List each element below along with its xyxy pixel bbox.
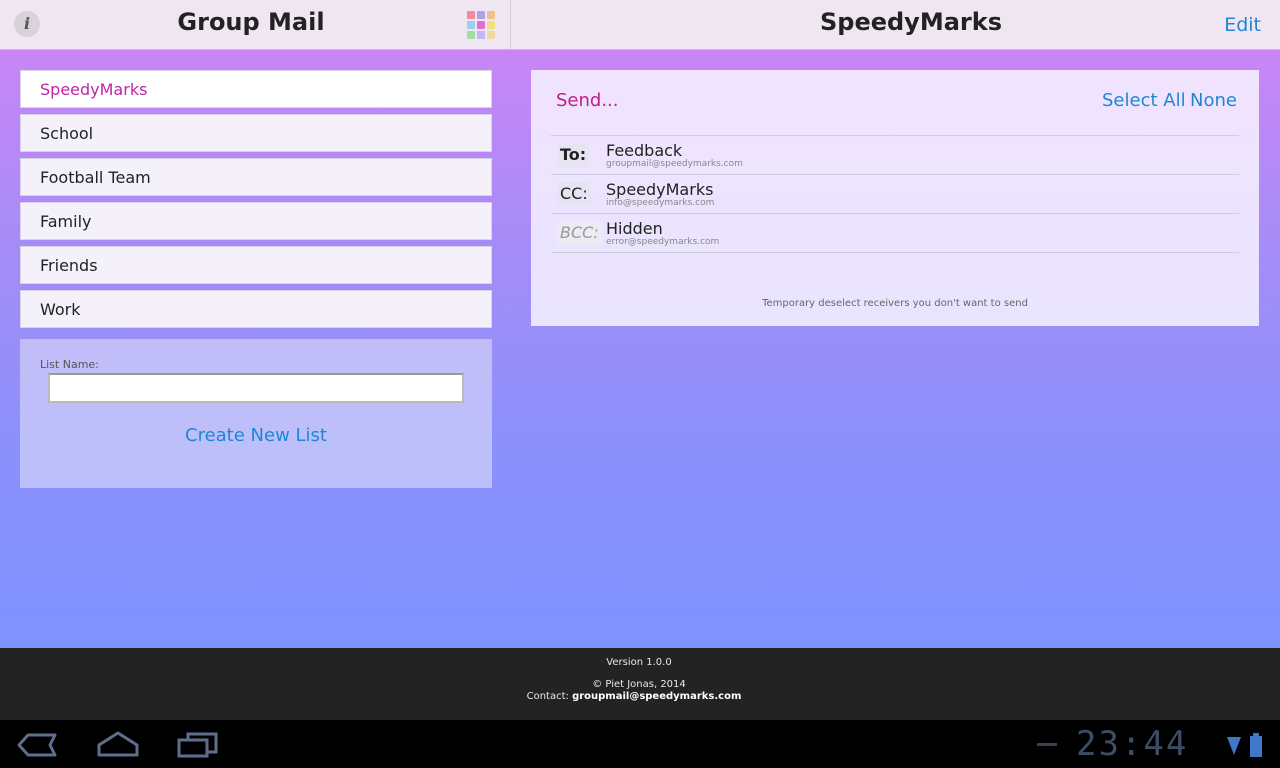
deselect-hint: Temporary deselect receivers you don't w… bbox=[762, 298, 1028, 309]
list-item-family[interactable]: Family bbox=[20, 202, 492, 240]
action-bar: i Group Mail SpeedyMarks Edit bbox=[0, 0, 1280, 50]
list-item-school[interactable]: School bbox=[20, 114, 492, 152]
recipient-row[interactable]: BCC: Hidden error@speedymarks.com bbox=[551, 214, 1239, 253]
recipient-name: Hidden bbox=[606, 219, 663, 238]
contact-line: Contact: groupmail@speedymarks.com bbox=[0, 691, 1268, 702]
color-grid-icon[interactable] bbox=[466, 10, 496, 40]
list-name-label: List Name: bbox=[40, 358, 99, 371]
list-item-speedymarks[interactable]: SpeedyMarks bbox=[20, 70, 492, 108]
system-clock: 23:44 bbox=[1076, 724, 1189, 764]
recipient-row[interactable]: To: Feedback groupmail@speedymarks.com bbox=[551, 136, 1239, 175]
select-all-button[interactable]: Select All bbox=[1102, 90, 1186, 111]
create-list-panel: List Name: Create New List bbox=[20, 339, 492, 488]
battery-icon bbox=[1250, 733, 1262, 757]
list-name-input[interactable] bbox=[48, 373, 464, 403]
version-text: Version 1.0.0 bbox=[606, 657, 672, 668]
app-title: Group Mail bbox=[177, 8, 325, 36]
recipient-row[interactable]: CC: SpeedyMarks info@speedymarks.com bbox=[551, 175, 1239, 214]
recipient-type-toggle[interactable]: To: bbox=[557, 143, 590, 167]
recipient-type-toggle[interactable]: BCC: bbox=[557, 221, 602, 245]
contact-email-link[interactable]: groupmail@speedymarks.com bbox=[572, 691, 741, 702]
notification-indicator[interactable] bbox=[1037, 743, 1057, 746]
select-none-button[interactable]: None bbox=[1190, 90, 1237, 111]
wifi-icon bbox=[1227, 737, 1241, 755]
home-icon[interactable] bbox=[95, 729, 141, 759]
recent-apps-icon[interactable] bbox=[176, 732, 218, 758]
recipient-email: error@speedymarks.com bbox=[606, 237, 720, 247]
recipient-type-toggle[interactable]: CC: bbox=[557, 182, 591, 206]
list-item-work[interactable]: Work bbox=[20, 290, 492, 328]
copyright-text: © Piet Jonas, 2014 bbox=[592, 679, 686, 690]
group-list: SpeedyMarks School Football Team Family … bbox=[20, 70, 492, 334]
list-item-football-team[interactable]: Football Team bbox=[20, 158, 492, 196]
edit-button[interactable]: Edit bbox=[1224, 14, 1261, 36]
recipient-email: info@speedymarks.com bbox=[606, 198, 715, 208]
recipient-email: groupmail@speedymarks.com bbox=[606, 159, 743, 169]
send-button[interactable]: Send... bbox=[556, 90, 619, 111]
list-item-friends[interactable]: Friends bbox=[20, 246, 492, 284]
app-footer: Version 1.0.0 © Piet Jonas, 2014 Contact… bbox=[0, 648, 1280, 720]
recipient-name: Feedback bbox=[606, 141, 683, 160]
create-new-list-button[interactable]: Create New List bbox=[20, 425, 492, 446]
send-panel: Send... Select All None To: Feedback gro… bbox=[531, 70, 1259, 326]
list-title: SpeedyMarks bbox=[819, 8, 1002, 36]
back-icon[interactable] bbox=[16, 732, 58, 758]
contact-label: Contact: bbox=[526, 691, 569, 702]
main-content: SpeedyMarks School Football Team Family … bbox=[0, 50, 1280, 648]
system-bar: 23:44 bbox=[0, 720, 1280, 768]
recipient-name: SpeedyMarks bbox=[606, 180, 714, 199]
recipient-list: To: Feedback groupmail@speedymarks.com C… bbox=[551, 135, 1239, 253]
